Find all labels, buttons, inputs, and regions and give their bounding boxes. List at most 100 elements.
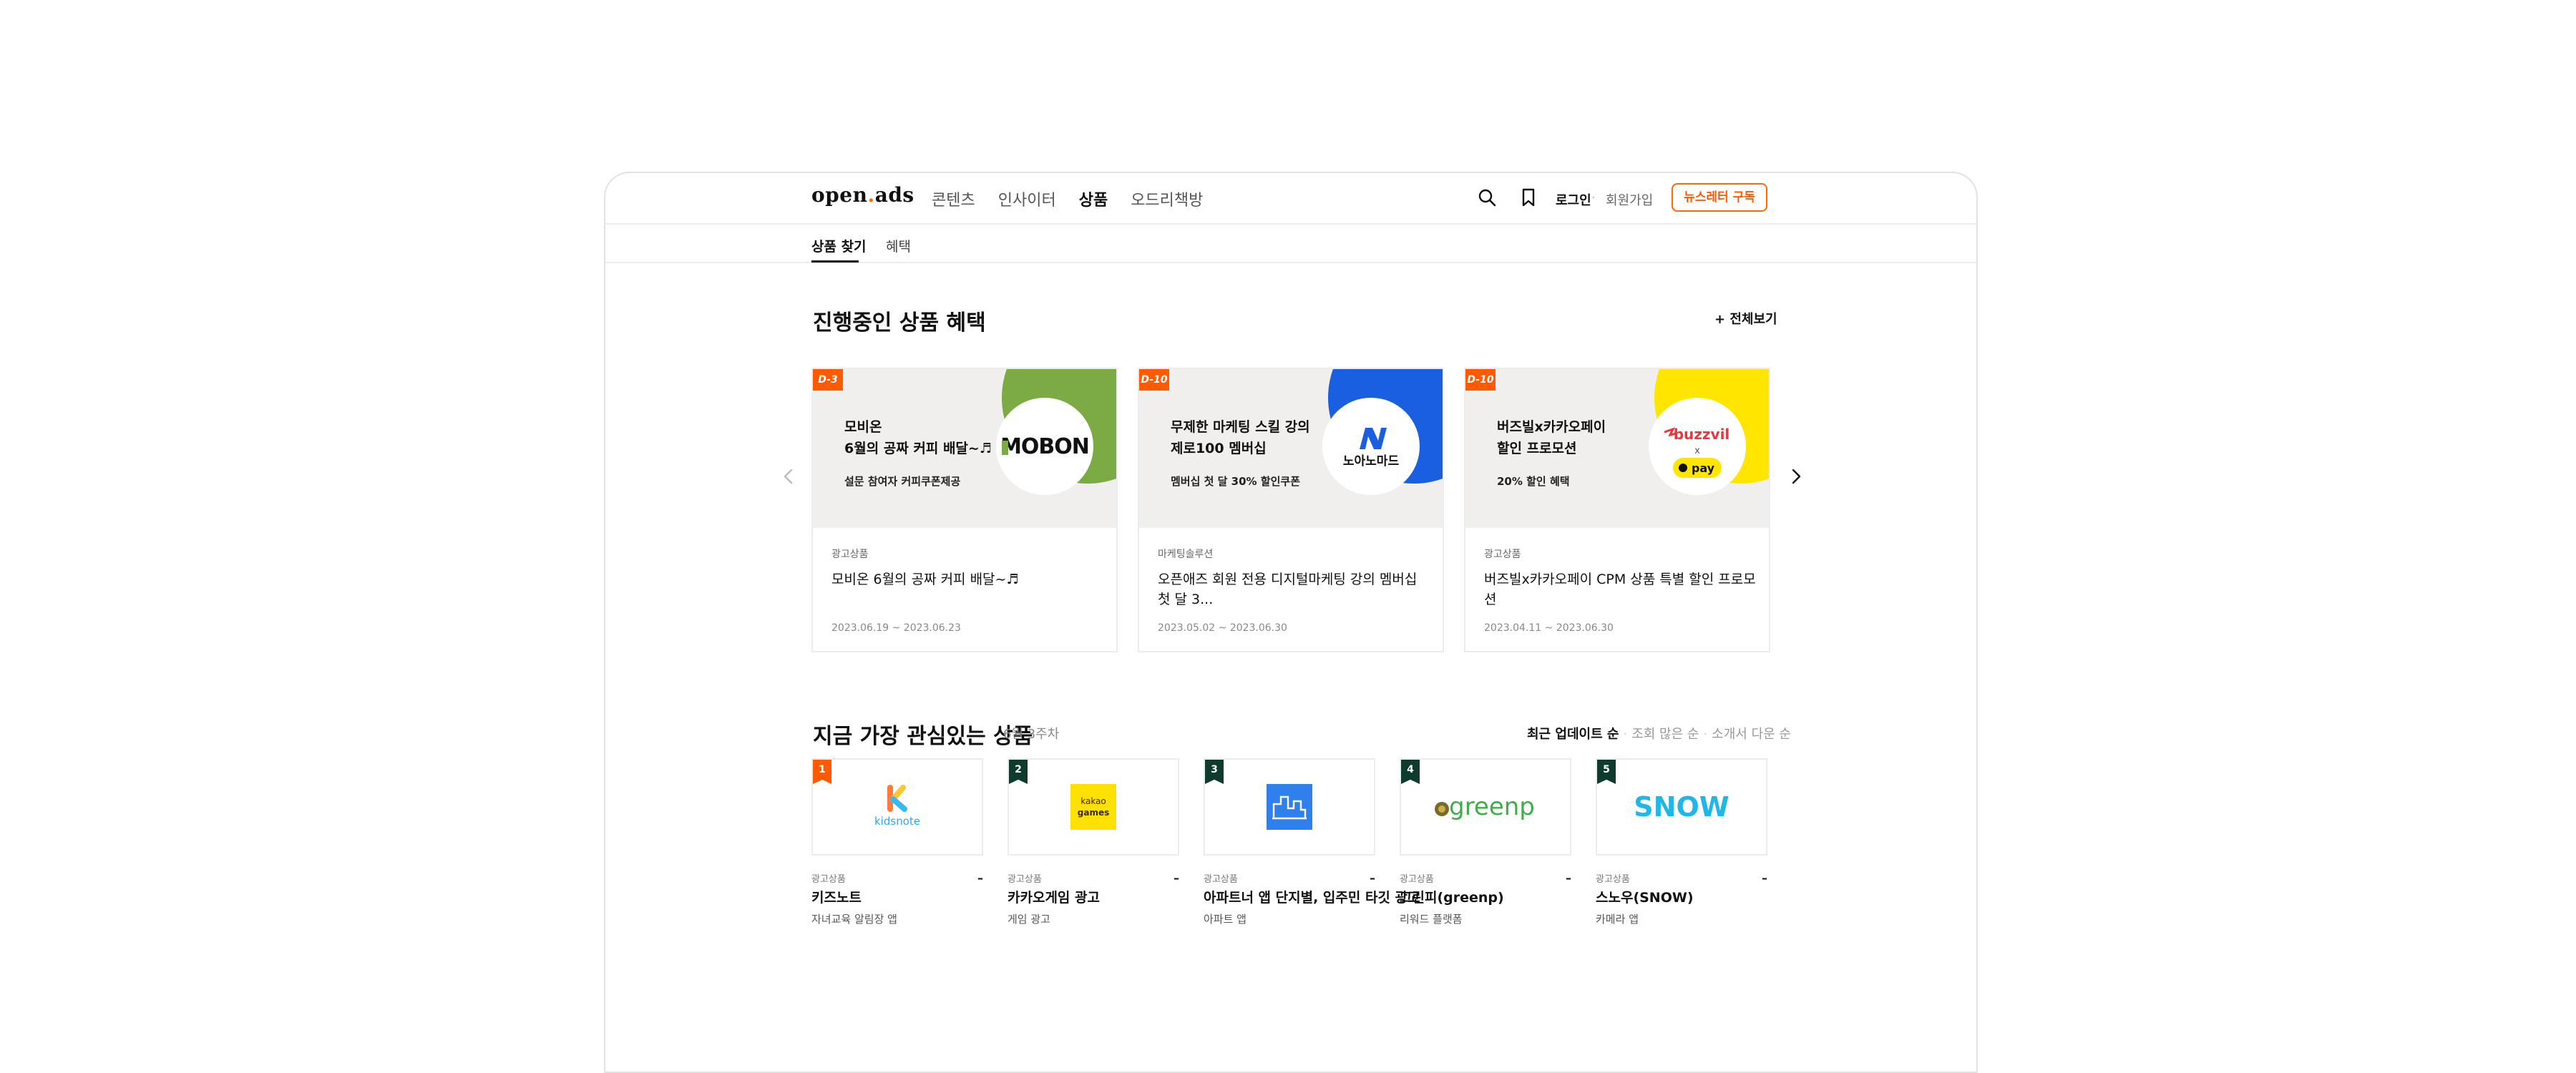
sort-separator: · bbox=[1623, 727, 1628, 742]
logo-text-left: open bbox=[811, 183, 868, 207]
popular-week-label: 6월 3주차 bbox=[1003, 727, 1060, 742]
product-name: 스노우(SNOW) bbox=[1596, 890, 1694, 906]
browser-frame: open.ads 콘텐츠 인사이터 상품 오드리책방 로그인 · 회원가입 뉴스… bbox=[604, 172, 1978, 1073]
rank-badge: 1 bbox=[813, 760, 831, 784]
mobon-logo: MOBON bbox=[1000, 434, 1090, 459]
buzzvil-logo-text: buzzvil bbox=[1674, 426, 1730, 443]
rank-change-indicator: – bbox=[1174, 871, 1179, 885]
greenp-logo: greenp bbox=[1435, 793, 1535, 821]
popular-section-title: 지금 가장 관심있는 상품 bbox=[813, 724, 1033, 749]
sort-options: 최근 업데이트 순 · 조회 많은 순 · 소개서 다운 순 bbox=[1527, 724, 1791, 743]
product-category: 광고상품 bbox=[1204, 874, 1238, 885]
kidsnote-logo-text: kidsnote bbox=[874, 815, 920, 828]
tab-find-products[interactable]: 상품 찾기 bbox=[811, 236, 867, 255]
sort-most-viewed[interactable]: 조회 많은 순 bbox=[1631, 727, 1699, 742]
logo-x-text: x bbox=[1694, 446, 1700, 456]
card-title: 모비온 6월의 공짜 커피 배달~♬ bbox=[831, 572, 1019, 587]
benefit-card[interactable]: buzzvil x pay D-10 버즈빌x카카오페이 할인 프로모션 20% … bbox=[1464, 368, 1770, 652]
product-item[interactable]: 1 kidsnote 광고상품 – 키즈노트 자녀교육 알림장 앱 bbox=[811, 758, 983, 926]
product-thumbnail: 2 kakao games bbox=[1008, 758, 1179, 856]
banner-headline: 버즈빌x카카오페이할인 프로모션 bbox=[1497, 416, 1662, 459]
carousel-next-icon[interactable] bbox=[1786, 466, 1806, 486]
logo-dot: . bbox=[867, 183, 875, 207]
benefit-banner: MOBON D-3 모비온 6월의 공짜 커피 배달~♬ 설문 참여자 커피쿠폰제… bbox=[813, 369, 1116, 528]
sort-most-downloaded[interactable]: 소개서 다운 순 bbox=[1712, 727, 1791, 742]
banner-line-1: 무제한 마케팅 스킬 강의 bbox=[1171, 419, 1310, 435]
product-category: 광고상품 bbox=[1596, 874, 1630, 885]
header-separator: · bbox=[1591, 190, 1596, 205]
login-link[interactable]: 로그인 bbox=[1556, 190, 1591, 209]
active-tab-underline bbox=[811, 260, 859, 263]
rank-change-indicator: – bbox=[977, 871, 983, 885]
d-day-badge: D-3 bbox=[813, 369, 843, 391]
kakaopay-bubble-icon bbox=[1679, 464, 1687, 472]
benefits-section-title: 진행중인 상품 혜택 bbox=[813, 310, 986, 335]
benefit-card[interactable]: MOBON D-3 모비온 6월의 공짜 커피 배달~♬ 설문 참여자 커피쿠폰제… bbox=[811, 368, 1118, 652]
sub-nav: 상품 찾기 혜택 bbox=[605, 225, 1976, 263]
banner-subtext: 설문 참여자 커피쿠폰제공 bbox=[844, 475, 961, 488]
nav-item-audrey-bookstore[interactable]: 오드리책방 bbox=[1131, 187, 1203, 210]
carousel-prev-icon[interactable] bbox=[779, 466, 799, 486]
card-category: 마케팅솔루션 bbox=[1158, 549, 1214, 560]
product-name: 키즈노트 bbox=[811, 890, 862, 906]
banner-line-2: 할인 프로모션 bbox=[1497, 441, 1577, 456]
kakao-games-logo-text: kakao bbox=[1080, 796, 1106, 806]
apartner-logo bbox=[1267, 784, 1312, 830]
brand-circle: 노아노마드 bbox=[1322, 398, 1420, 495]
noanomad-logo: 노아노마드 bbox=[1343, 428, 1399, 469]
kakao-games-logo: kakao games bbox=[1070, 784, 1116, 830]
brand-circle: buzzvil x pay bbox=[1649, 398, 1746, 495]
product-item[interactable]: 2 kakao games 광고상품 – 카카오게임 광고 게임 광고 bbox=[1008, 758, 1179, 926]
product-name: 아파트너 앱 단지별, 입주민 타깃 광고 bbox=[1204, 890, 1420, 906]
nav-item-products[interactable]: 상품 bbox=[1079, 187, 1108, 210]
main-nav: 콘텐츠 인사이터 상품 오드리책방 bbox=[932, 187, 1226, 210]
card-title: 오픈애즈 회원 전용 디지털마케팅 강의 멤버십 첫 달 3... bbox=[1158, 572, 1418, 607]
product-description: 게임 광고 bbox=[1008, 913, 1050, 926]
card-date: 2023.05.02 ~ 2023.06.30 bbox=[1158, 622, 1287, 634]
product-item[interactable]: 4 greenp 광고상품 – 그린피(greenp) 리워드 플랫폼 bbox=[1400, 758, 1571, 926]
benefit-card[interactable]: 노아노마드 D-10 무제한 마케팅 스킬 강의 제로100 멤버십 멤버십 첫 … bbox=[1138, 368, 1444, 652]
kakaopay-logo-text: pay bbox=[1692, 461, 1715, 475]
product-name: 그린피(greenp) bbox=[1400, 890, 1504, 906]
banner-headline: 모비온 6월의 공짜 커피 배달~♬ bbox=[844, 416, 1009, 459]
see-all-link[interactable]: + 전체보기 bbox=[1714, 309, 1777, 328]
product-item[interactable]: 5 SNOW 광고상품 – 스노우(SNOW) 카메라 앱 bbox=[1596, 758, 1767, 926]
site-header: open.ads 콘텐츠 인사이터 상품 오드리책방 로그인 · 회원가입 뉴스… bbox=[605, 173, 1976, 225]
rank-badge: 4 bbox=[1401, 760, 1420, 784]
banner-line-2: 제로100 멤버십 bbox=[1171, 441, 1267, 456]
product-name: 카카오게임 광고 bbox=[1008, 890, 1100, 906]
buzzvil-kakaopay-logo: buzzvil x pay bbox=[1664, 426, 1730, 478]
banner-subtext: 20% 할인 혜택 bbox=[1497, 475, 1570, 488]
card-category: 광고상품 bbox=[831, 549, 869, 560]
nav-item-contents[interactable]: 콘텐츠 bbox=[932, 187, 975, 210]
card-date: 2023.06.19 ~ 2023.06.23 bbox=[831, 622, 961, 634]
d-day-badge: D-10 bbox=[1139, 369, 1169, 391]
signup-link[interactable]: 회원가입 bbox=[1606, 190, 1653, 209]
product-category: 광고상품 bbox=[811, 874, 846, 885]
brand-circle: MOBON bbox=[996, 398, 1093, 495]
kidsnote-logo: kidsnote bbox=[874, 785, 920, 828]
benefit-banner: buzzvil x pay D-10 버즈빌x카카오페이 할인 프로모션 20% … bbox=[1465, 369, 1769, 528]
newsletter-subscribe-button[interactable]: 뉴스레터 구독 bbox=[1672, 183, 1767, 212]
nav-item-insighter[interactable]: 인사이터 bbox=[998, 187, 1056, 210]
sort-recent-update[interactable]: 최근 업데이트 순 bbox=[1527, 727, 1619, 742]
search-icon[interactable] bbox=[1475, 186, 1498, 209]
snow-logo-text: SNOW bbox=[1634, 791, 1729, 823]
benefit-banner: 노아노마드 D-10 무제한 마케팅 스킬 강의 제로100 멤버십 멤버십 첫 … bbox=[1139, 369, 1443, 528]
product-thumbnail: 5 SNOW bbox=[1596, 758, 1767, 856]
product-category: 광고상품 bbox=[1008, 874, 1042, 885]
product-category: 광고상품 bbox=[1400, 874, 1434, 885]
product-item[interactable]: 3 광고상품 – 아파트너 앱 단지별, 입주민 타깃 광고 아파트 앱 bbox=[1204, 758, 1420, 926]
product-description: 카메라 앱 bbox=[1596, 913, 1639, 926]
product-description: 아파트 앱 bbox=[1204, 913, 1246, 926]
rank-change-indicator: – bbox=[1370, 871, 1375, 885]
bookmark-icon[interactable] bbox=[1517, 186, 1540, 209]
noanomad-logo-mark bbox=[1360, 428, 1387, 449]
snow-logo: SNOW bbox=[1634, 791, 1729, 823]
site-logo[interactable]: open.ads bbox=[811, 183, 914, 207]
greenp-logo-text: greenp bbox=[1449, 793, 1535, 821]
tab-benefits[interactable]: 혜택 bbox=[886, 236, 911, 255]
banner-line-1: 버즈빌x카카오페이 bbox=[1497, 419, 1606, 435]
product-description: 리워드 플랫폼 bbox=[1400, 913, 1463, 926]
card-date: 2023.04.11 ~ 2023.06.30 bbox=[1484, 622, 1614, 634]
